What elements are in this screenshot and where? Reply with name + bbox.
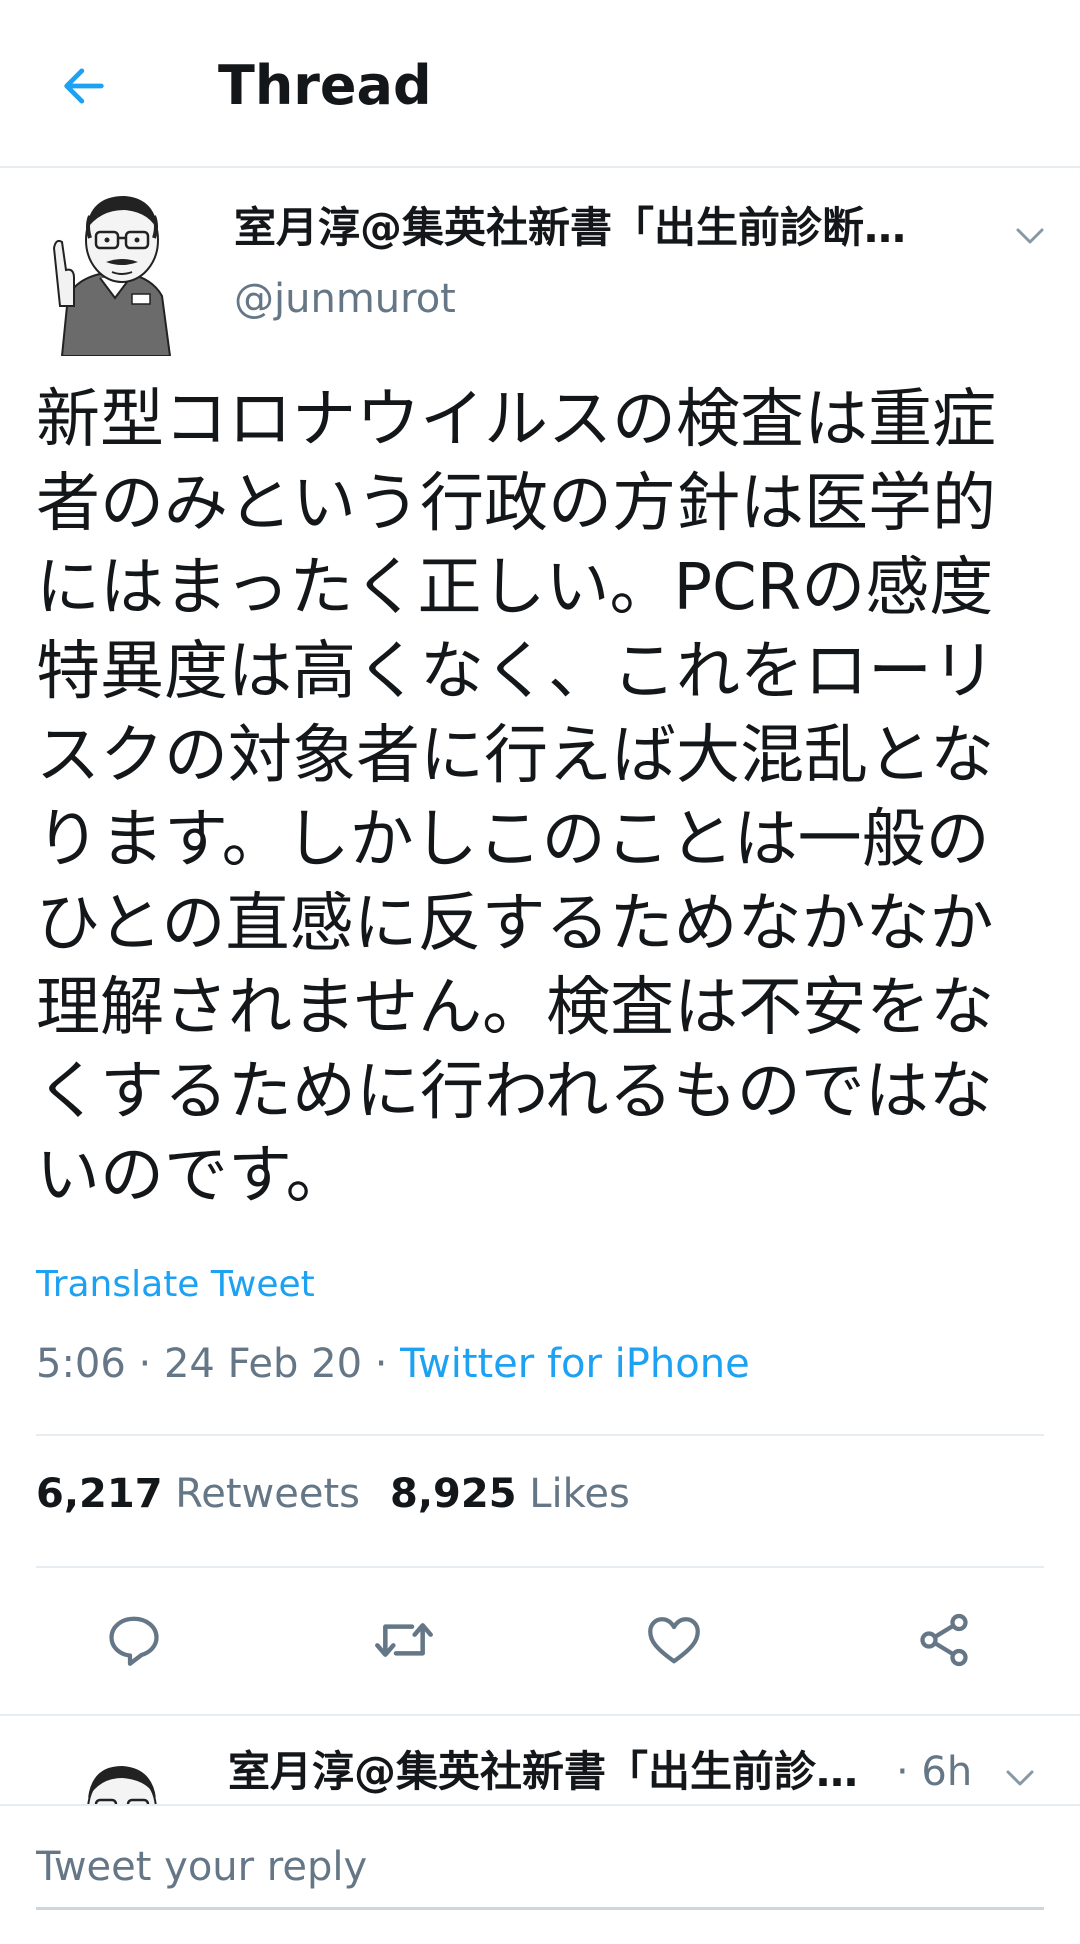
retweets-count: 6,217 <box>36 1471 163 1517</box>
tweet-timestamp: 5:06 · 24 Feb 20 · <box>36 1341 401 1387</box>
reply-author-name[interactable]: 室月淳@集英社新書「出生前診… <box>228 1744 888 1800</box>
retweets-stat[interactable]: 6,217 Retweets <box>36 1471 360 1517</box>
back-button[interactable] <box>48 50 120 122</box>
author-name[interactable]: 室月淳@集英社新書「出生前診断… <box>234 200 954 256</box>
avatar-illustration <box>52 196 172 357</box>
reply-menu-button[interactable] <box>1000 1758 1040 1798</box>
avatar[interactable] <box>44 1758 174 1804</box>
divider <box>36 1566 1044 1568</box>
top-bar: Thread <box>0 0 1080 168</box>
page-title: Thread <box>218 54 432 117</box>
likes-label: Likes <box>529 1471 630 1517</box>
avatar-illustration <box>87 1766 157 1804</box>
avatar[interactable] <box>40 186 190 357</box>
chevron-down-icon <box>1006 1770 1034 1786</box>
reply-composer <box>0 1804 1080 1944</box>
likes-stat[interactable]: 8,925 Likes <box>390 1471 630 1517</box>
retweet-icon <box>375 1623 433 1657</box>
tweet-meta: 5:06 · 24 Feb 20 · Twitter for iPhone <box>36 1338 750 1390</box>
retweet-button[interactable] <box>364 1600 444 1680</box>
share-icon <box>920 1613 968 1667</box>
tweet-menu-button[interactable] <box>1010 216 1050 256</box>
like-button[interactable] <box>634 1600 714 1680</box>
retweets-label: Retweets <box>175 1471 360 1517</box>
main-tweet: 室月淳@集英社新書「出生前診断… @junmurot 新型コロナウイルスの検査は… <box>0 170 1080 1716</box>
likes-count: 8,925 <box>390 1471 517 1517</box>
share-button[interactable] <box>904 1600 984 1680</box>
tweet-source-link[interactable]: Twitter for iPhone <box>400 1341 750 1387</box>
tweet-stats: 6,217 Retweets 8,925 Likes <box>36 1468 630 1520</box>
translate-tweet-link[interactable]: Translate Tweet <box>36 1262 315 1308</box>
reply-input[interactable] <box>36 1826 1044 1910</box>
reply-button[interactable] <box>94 1600 174 1680</box>
tweet-text: 新型コロナウイルスの検査は重症 者のみという行政の方針は医学的 にはまったく正し… <box>36 383 996 1213</box>
reply-time: · 6h <box>896 1749 973 1795</box>
divider <box>36 1434 1044 1436</box>
tweet-actions <box>0 1600 1080 1680</box>
arrow-left-icon <box>64 68 104 104</box>
heart-icon <box>648 1617 700 1664</box>
chevron-down-icon <box>1016 228 1044 244</box>
author-handle[interactable]: @junmurot <box>234 274 456 324</box>
reply-tweet[interactable]: 室月淳@集英社新書「出生前診… · 6h <box>0 1718 1080 1804</box>
reply-icon <box>109 1616 159 1666</box>
